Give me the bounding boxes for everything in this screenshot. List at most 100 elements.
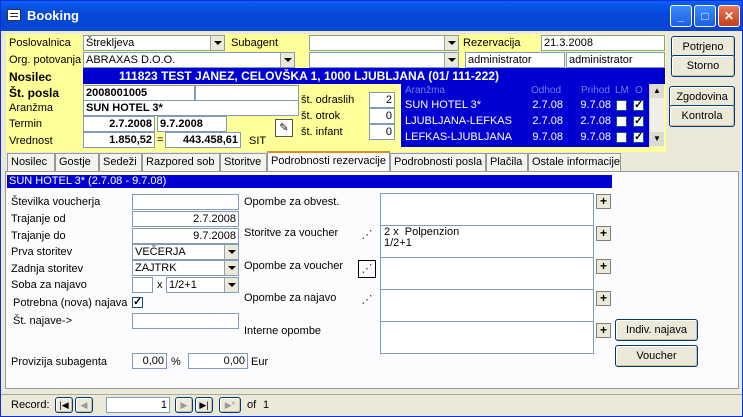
termin-from-field[interactable]: 2.7.2008 xyxy=(83,116,155,132)
col-lm: LM xyxy=(615,85,629,96)
user-field-1[interactable]: administrator xyxy=(465,52,565,68)
tab-item[interactable]: Plačila xyxy=(486,153,528,171)
soba-count-field[interactable] xyxy=(132,277,153,293)
zadnja-storitev-label: Zadnja storitev xyxy=(11,263,84,275)
lm-checkbox[interactable] xyxy=(616,100,627,111)
st-posla-field[interactable]: 2008001005 xyxy=(83,85,195,101)
kontrola-button[interactable]: Kontrola xyxy=(669,105,735,127)
prva-storitev-select[interactable]: VEČERJA xyxy=(132,244,239,260)
next-record-icon[interactable]: ▶ xyxy=(175,397,193,413)
opombe-obvest-label: Opombe za obvest. xyxy=(244,196,340,208)
minimize-button[interactable]: _ xyxy=(670,5,692,27)
opombe-obvest-field[interactable] xyxy=(380,193,594,226)
tab-item[interactable]: Gostje xyxy=(55,153,99,171)
last-record-icon[interactable]: ▶| xyxy=(195,397,213,413)
voucher-button[interactable]: Voucher xyxy=(615,345,698,367)
record-navigator: Record: |◀ ◀ 1 ▶ ▶| ▶* of 1 xyxy=(1,394,742,416)
tab-item[interactable]: Podrobnosti rezervacije xyxy=(267,151,390,172)
arrangements-header: Aranžma Odhod Prihod LM O xyxy=(405,85,645,97)
org-potovanja-select[interactable]: ABRAXAS D.O.O. xyxy=(83,52,295,68)
chevron-down-icon[interactable] xyxy=(224,278,238,292)
magic-wand-icon[interactable]: ⋰ xyxy=(358,260,376,278)
soba-label: Soba za najavo xyxy=(11,279,87,291)
chevron-down-icon[interactable] xyxy=(280,53,294,67)
arrangement-prihod: 2.7.08 xyxy=(580,115,611,127)
plus-icon[interactable]: + xyxy=(596,323,611,338)
odraslih-field[interactable]: 2 xyxy=(369,92,395,108)
tab-item[interactable]: Storitve xyxy=(220,153,267,171)
chevron-down-icon[interactable] xyxy=(224,245,238,259)
chevron-down-icon[interactable] xyxy=(210,36,224,50)
trajanje-do-field[interactable]: 9.7.2008 xyxy=(132,228,239,244)
user-field-2[interactable]: administrator xyxy=(566,52,665,68)
close-button[interactable]: ✕ xyxy=(718,5,740,27)
lm-checkbox[interactable] xyxy=(616,132,627,143)
poslovalnica-label: Poslovalnica xyxy=(9,37,71,49)
st-najave-field[interactable] xyxy=(132,313,239,329)
st-voucherja-field[interactable] xyxy=(132,194,239,210)
vrednost-equals: = xyxy=(157,134,164,146)
potrebna-najava-checkbox[interactable] xyxy=(132,295,143,308)
tab-item[interactable]: Razpored sob xyxy=(142,153,220,171)
prev-record-icon[interactable]: ◀ xyxy=(75,397,93,413)
soba-select[interactable]: 1/2+1 xyxy=(166,277,239,293)
opombe-najavo-field[interactable] xyxy=(380,289,594,322)
arrangement-odhod: 2.7.08 xyxy=(532,115,563,127)
provizija-pct-field[interactable]: 0,00 xyxy=(132,353,167,369)
o-checkbox[interactable] xyxy=(633,98,644,111)
section-title: SUN HOTEL 3* (2.7.08 - 9.7.08) xyxy=(7,175,612,188)
arrangement-odhod: 9.7.08 xyxy=(532,131,563,143)
subagent-select[interactable] xyxy=(309,35,459,51)
new-record-icon[interactable]: ▶* xyxy=(219,397,241,413)
lm-checkbox[interactable] xyxy=(616,116,627,127)
vrednost-field-2[interactable]: 443.458,61 xyxy=(165,132,241,148)
secondary-select[interactable] xyxy=(309,52,459,68)
arrangement-row[interactable]: SUN HOTEL 3* 2.7.08 9.7.08 xyxy=(405,98,645,113)
magic-wand-icon[interactable]: ⋰ xyxy=(358,292,376,310)
chevron-down-icon[interactable] xyxy=(444,36,458,50)
arrangement-row[interactable]: LEFKAS-LJUBLJANA 9.7.08 9.7.08 xyxy=(405,130,645,145)
infant-field[interactable]: 0 xyxy=(369,124,395,140)
poslovalnica-select[interactable]: Štrekljeva xyxy=(83,35,225,51)
otrok-field[interactable]: 0 xyxy=(369,108,395,124)
termin-to-field[interactable]: 9.7.2008 xyxy=(157,116,227,132)
o-checkbox[interactable] xyxy=(633,114,644,127)
maximize-button[interactable]: □ xyxy=(694,5,716,27)
chevron-down-icon[interactable] xyxy=(444,53,458,67)
plus-icon[interactable]: + xyxy=(596,259,611,274)
scroll-down-icon[interactable]: ▼ xyxy=(650,132,664,146)
st-posla-extra-field[interactable] xyxy=(195,85,299,101)
o-checkbox[interactable] xyxy=(633,130,644,143)
chevron-down-icon[interactable] xyxy=(224,261,238,275)
opombe-voucher-label: Opombe za voucher xyxy=(244,260,344,272)
vrednost-field-1[interactable]: 1.850,52 xyxy=(83,132,155,148)
current-record-field[interactable]: 1 xyxy=(106,397,170,413)
tab-item[interactable]: Sedeži xyxy=(99,153,142,171)
edit-note-icon[interactable]: ✎ xyxy=(275,119,293,137)
tab-item[interactable]: Nosilec xyxy=(7,153,55,171)
arrangements-scrollbar[interactable]: ▲ ▼ xyxy=(649,84,664,147)
scroll-up-icon[interactable]: ▲ xyxy=(650,84,664,98)
org-potovanja-value: ABRAXAS D.O.O. xyxy=(86,54,176,66)
aranzma-field[interactable]: SUN HOTEL 3* xyxy=(83,100,299,116)
first-record-icon[interactable]: |◀ xyxy=(55,397,73,413)
storno-button[interactable]: Storno xyxy=(671,55,735,77)
interne-opombe-field[interactable] xyxy=(380,321,594,354)
indiv-najava-button[interactable]: Indiv. najava xyxy=(615,319,698,341)
plus-icon[interactable]: + xyxy=(596,291,611,306)
aranzma-label: Aranžma xyxy=(9,102,54,114)
tab-item[interactable]: Ostale informacije xyxy=(528,153,621,171)
plus-icon[interactable]: + xyxy=(596,226,611,241)
trajanje-od-field[interactable]: 2.7.2008 xyxy=(132,211,239,227)
plus-icon[interactable]: + xyxy=(596,194,611,209)
trajanje-od-label: Trajanje od xyxy=(11,213,66,225)
magic-wand-icon[interactable]: ⋰ xyxy=(358,227,376,245)
tab-item[interactable]: Podrobnosti posla xyxy=(390,153,486,171)
storitve-voucher-label: Storitve za voucher xyxy=(244,227,339,239)
arrangement-row[interactable]: LJUBLJANA-LEFKAS 2.7.08 2.7.08 xyxy=(405,114,645,129)
provizija-eur-field[interactable]: 0,00 xyxy=(188,353,248,369)
zadnja-storitev-select[interactable]: ZAJTRK xyxy=(132,260,239,276)
storitve-voucher-field[interactable]: 2 x Polpenzion 1/2+1 xyxy=(380,225,594,258)
opombe-voucher-field[interactable] xyxy=(380,257,594,290)
rezervacija-date-field[interactable]: 21.3.2008 xyxy=(541,35,665,51)
